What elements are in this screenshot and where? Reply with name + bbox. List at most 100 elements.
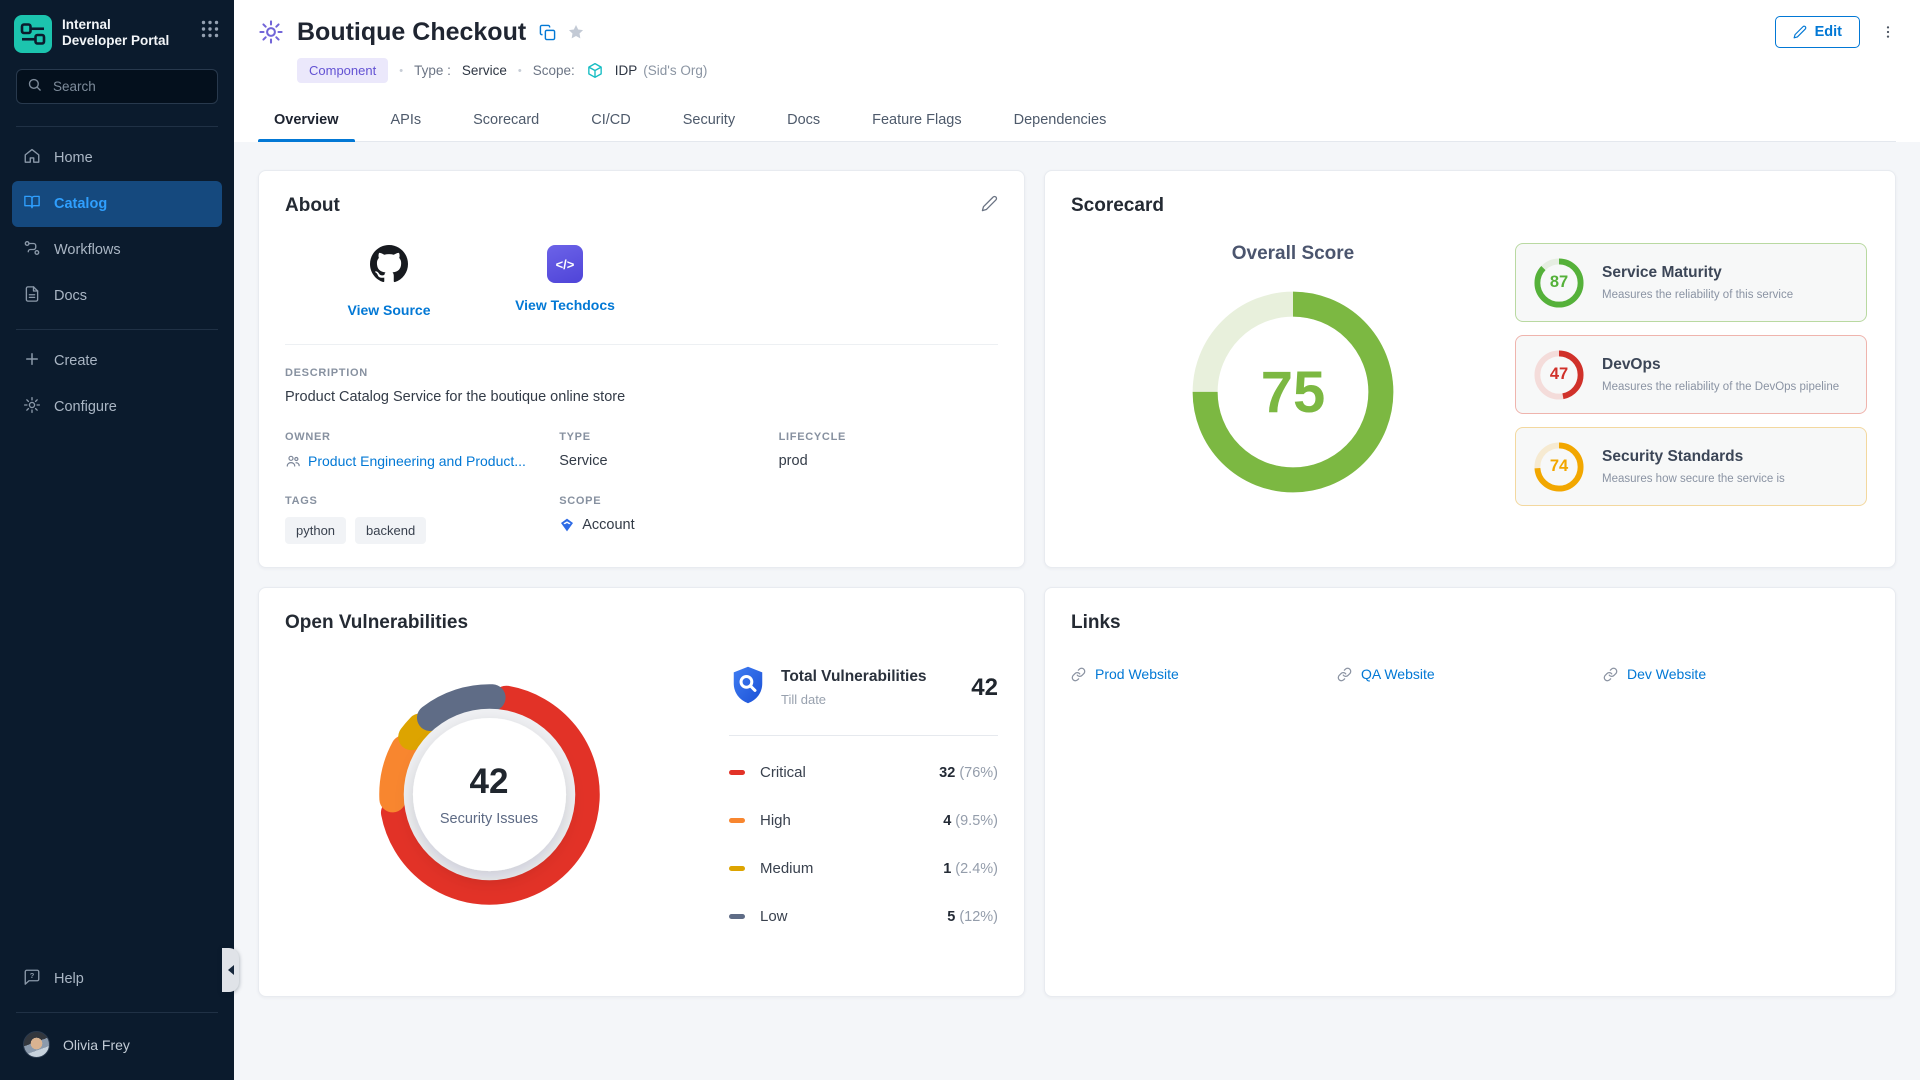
vulnerability-donut: 42 Security Issues xyxy=(367,672,612,917)
sidebar-item-label: Workflows xyxy=(54,242,121,258)
sidebar-item-configure[interactable]: Configure xyxy=(12,384,222,430)
sidebar-item-docs[interactable]: Docs xyxy=(12,273,222,319)
scope-label: SCOPE xyxy=(559,495,778,507)
check-name: Security Standards xyxy=(1602,448,1785,466)
group-icon xyxy=(285,453,301,469)
plus-icon xyxy=(23,350,41,372)
severity-dash xyxy=(729,818,745,823)
tag-chip[interactable]: python xyxy=(285,517,346,544)
divider xyxy=(729,735,998,736)
till-date-label: Till date xyxy=(781,692,927,707)
brand: Internal Developer Portal xyxy=(0,0,234,53)
gear-icon xyxy=(23,396,41,418)
sidebar-item-home[interactable]: Home xyxy=(12,135,222,181)
scorecard-item-service-maturity[interactable]: 87 Service Maturity Measures the reliabi… xyxy=(1515,243,1867,322)
sidebar-item-label: Docs xyxy=(54,288,87,304)
severity-pct: (9.5%) xyxy=(955,813,998,829)
type-value: Service xyxy=(559,453,778,469)
home-icon xyxy=(23,147,41,169)
scope-value[interactable]: IDP xyxy=(615,63,638,78)
sidebar-item-label: Catalog xyxy=(54,196,107,212)
sidebar-divider xyxy=(16,1012,218,1013)
check-description: Measures the reliability of this service xyxy=(1602,289,1793,301)
scope-value: Account xyxy=(582,517,634,533)
type-label: TYPE xyxy=(559,431,778,443)
edit-pencil-icon[interactable] xyxy=(981,195,998,212)
check-name: Service Maturity xyxy=(1602,264,1793,282)
github-icon xyxy=(370,245,408,288)
search-input[interactable] xyxy=(51,78,207,95)
owner-label: OWNER xyxy=(285,431,559,443)
links-title: Links xyxy=(1071,612,1869,634)
type-label: Type : xyxy=(414,63,451,78)
description-value: Product Catalog Service for the boutique… xyxy=(285,389,998,405)
tab-security[interactable]: Security xyxy=(677,103,741,141)
sidebar-item-help[interactable]: ? Help xyxy=(12,956,222,1002)
view-source-link[interactable]: View Source xyxy=(347,302,430,318)
sidebar-item-catalog[interactable]: Catalog xyxy=(12,181,222,227)
scorecard-item-security-standards[interactable]: 74 Security Standards Measures how secur… xyxy=(1515,427,1867,506)
divider xyxy=(285,344,998,345)
app-root: Internal Developer Portal xyxy=(0,0,1920,1080)
chevron-left-icon xyxy=(228,965,234,975)
severity-row-medium: Medium 1(2.4%) xyxy=(729,846,998,891)
vulnerabilities-title: Open Vulnerabilities xyxy=(285,612,998,634)
lifecycle-value: prod xyxy=(779,453,998,469)
severity-dash xyxy=(729,914,745,919)
search-box[interactable] xyxy=(16,69,218,104)
score-value: 87 xyxy=(1532,256,1586,310)
owner-link[interactable]: Product Engineering and Product... xyxy=(285,453,559,469)
check-description: Measures the reliability of the DevOps p… xyxy=(1602,381,1839,393)
total-vulnerabilities-label: Total Vulnerabilities xyxy=(781,668,927,686)
tab-dependencies[interactable]: Dependencies xyxy=(1008,103,1113,141)
brand-title: Internal Developer Portal xyxy=(62,17,169,49)
score-donut: 47 xyxy=(1532,348,1586,402)
scorecard-item-devops[interactable]: 47 DevOps Measures the reliability of th… xyxy=(1515,335,1867,414)
severity-count: 1 xyxy=(943,861,951,877)
tag-chip[interactable]: backend xyxy=(355,517,426,544)
tab-cicd[interactable]: CI/CD xyxy=(585,103,636,141)
dev-website-link[interactable]: Dev Website xyxy=(1603,666,1869,682)
severity-pct: (2.4%) xyxy=(955,861,998,877)
page-header: Boutique Checkout xyxy=(234,0,1920,142)
severity-count: 4 xyxy=(943,813,951,829)
book-open-icon xyxy=(23,193,41,215)
severity-row-critical: Critical 32(76%) xyxy=(729,750,998,795)
tab-scorecard[interactable]: Scorecard xyxy=(467,103,545,141)
sidebar-item-workflows[interactable]: Workflows xyxy=(12,227,222,273)
sidebar-item-create[interactable]: Create xyxy=(12,338,222,384)
edit-button[interactable]: Edit xyxy=(1775,16,1860,48)
score-value: 74 xyxy=(1532,440,1586,494)
tab-feature-flags[interactable]: Feature Flags xyxy=(866,103,967,141)
tab-overview[interactable]: Overview xyxy=(268,103,345,141)
vulnerabilities-card: Open Vulnerabilities xyxy=(258,587,1025,997)
sidebar-collapse-handle[interactable] xyxy=(222,948,239,992)
qa-website-link[interactable]: QA Website xyxy=(1337,666,1603,682)
apps-grid-icon[interactable] xyxy=(200,19,220,44)
favorite-star-icon[interactable] xyxy=(567,23,585,41)
sidebar-divider xyxy=(16,329,218,330)
severity-pct: (76%) xyxy=(959,765,998,781)
pencil-icon xyxy=(1793,25,1807,39)
view-techdocs-link[interactable]: View Techdocs xyxy=(515,297,615,313)
link-icon xyxy=(1603,667,1618,682)
scorecard-title: Scorecard xyxy=(1071,195,1869,217)
score-donut: 74 xyxy=(1532,440,1586,494)
kebab-menu-icon[interactable] xyxy=(1880,24,1896,40)
type-value: Service xyxy=(462,63,507,78)
severity-label: Medium xyxy=(760,860,813,877)
tab-apis[interactable]: APIs xyxy=(385,103,428,141)
search-icon xyxy=(27,77,42,97)
workflow-icon xyxy=(23,239,41,261)
help-chat-icon: ? xyxy=(23,968,41,990)
tab-docs[interactable]: Docs xyxy=(781,103,826,141)
user-menu[interactable]: Olivia Frey xyxy=(0,1021,234,1068)
shield-search-icon xyxy=(729,664,767,711)
prod-website-link[interactable]: Prod Website xyxy=(1071,666,1337,682)
copy-icon[interactable] xyxy=(539,24,556,41)
severity-label: Critical xyxy=(760,764,806,781)
severity-dash xyxy=(729,866,745,871)
app-logo-icon xyxy=(14,15,52,53)
entity-meta: Component • Type : Service • Scope: IDP … xyxy=(297,58,1896,83)
lifecycle-label: LIFECYCLE xyxy=(779,431,998,443)
